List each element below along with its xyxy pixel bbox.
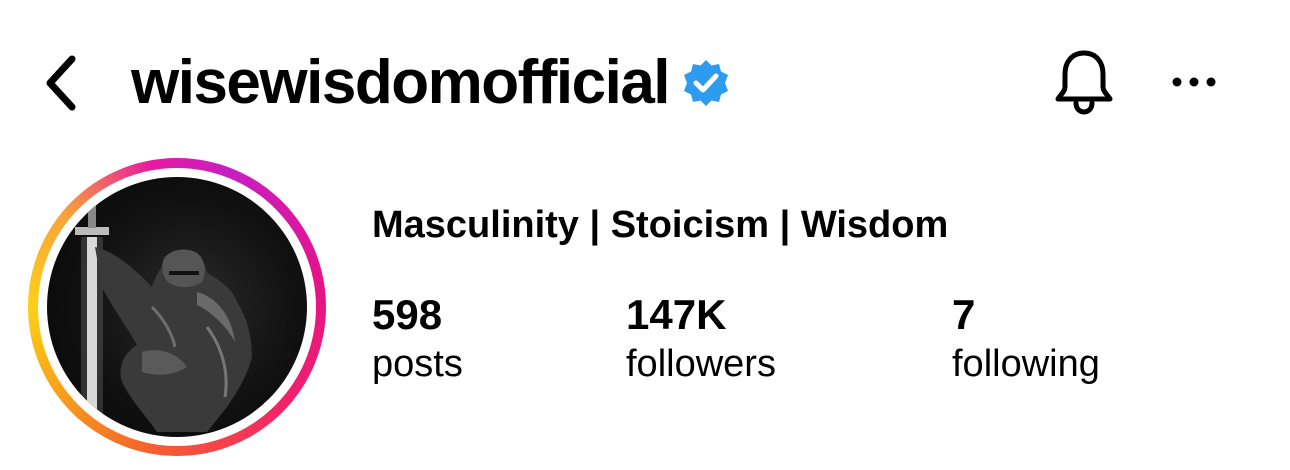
following-value: 7 bbox=[952, 291, 976, 338]
profile-header: wisewisdomofficial bbox=[131, 38, 731, 128]
notifications-button[interactable] bbox=[1050, 46, 1118, 118]
username: wisewisdomofficial bbox=[131, 48, 671, 117]
back-button[interactable] bbox=[30, 48, 90, 118]
profile-page: wisewisdomofficial Masculinity | Stoicis… bbox=[0, 0, 1290, 470]
followers-label: followers bbox=[626, 343, 776, 386]
verified-badge-icon bbox=[681, 58, 731, 108]
chevron-left-icon bbox=[46, 55, 76, 111]
following-count[interactable]: 7 following bbox=[952, 291, 1100, 388]
avatar bbox=[47, 177, 307, 437]
more-options-button[interactable] bbox=[1166, 62, 1222, 102]
avatar-image bbox=[75, 202, 252, 432]
posts-value: 598 bbox=[372, 291, 443, 338]
followers-count[interactable]: 147K followers bbox=[626, 291, 776, 388]
story-ring[interactable] bbox=[28, 158, 326, 456]
posts-count[interactable]: 598 posts bbox=[372, 291, 463, 388]
ellipsis-icon bbox=[1172, 77, 1216, 87]
bell-icon bbox=[1055, 50, 1113, 115]
profile-bio: Masculinity | Stoicism | Wisdom bbox=[372, 204, 949, 246]
posts-label: posts bbox=[372, 343, 463, 386]
followers-value: 147K bbox=[626, 291, 727, 338]
following-label: following bbox=[952, 343, 1100, 386]
